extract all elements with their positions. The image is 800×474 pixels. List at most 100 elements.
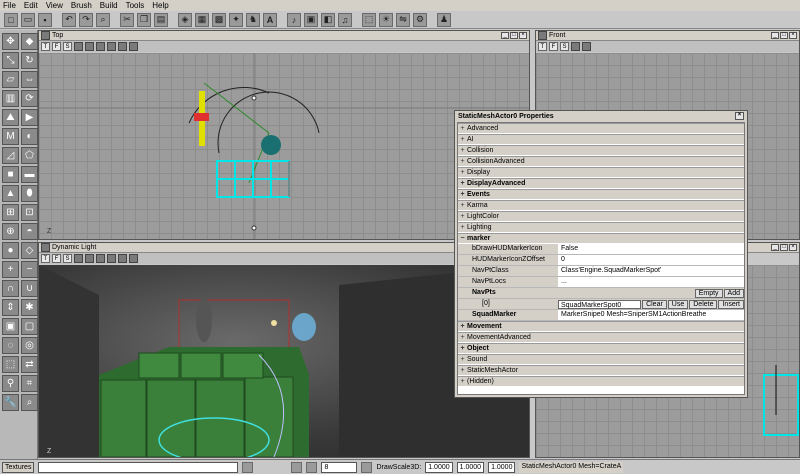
property-row[interactable]: HUDMarkerIconZOffset 0: [458, 255, 744, 266]
top-view-button[interactable]: T: [41, 254, 50, 263]
drawscale-z-field[interactable]: 1.0000: [488, 461, 516, 473]
menu-build[interactable]: Build: [100, 0, 118, 11]
close-button[interactable]: ×: [789, 32, 797, 39]
add-mover-icon[interactable]: ⇕: [2, 299, 19, 316]
volumetric-icon[interactable]: ◇: [21, 242, 38, 259]
add-static-mesh-icon[interactable]: ▣: [2, 318, 19, 335]
category-karma[interactable]: + Karma: [458, 200, 744, 211]
category-lighting[interactable]: + Lighting: [458, 222, 744, 233]
play-icon[interactable]: ♟: [437, 12, 451, 27]
texture-view-button[interactable]: [96, 254, 105, 263]
cut-icon[interactable]: ✂: [120, 12, 134, 27]
sheet-brush-icon[interactable]: ▬: [21, 166, 38, 183]
brush-clip-icon[interactable]: ◿: [2, 147, 19, 164]
squad-marker-row[interactable]: SquadMarker MarkerSnipe0 Mesh=SniperSM1Ac…: [458, 310, 744, 321]
maximize-button[interactable]: □: [510, 32, 518, 39]
realtime-button[interactable]: [118, 254, 127, 263]
category-light-color[interactable]: + LightColor: [458, 211, 744, 222]
subtract-brush-icon[interactable]: −: [21, 261, 38, 278]
log-icon[interactable]: [242, 461, 254, 473]
search-icon[interactable]: ⌕: [96, 12, 110, 27]
invert-select-icon[interactable]: ⇄: [21, 356, 38, 373]
realtime-button[interactable]: [118, 42, 127, 51]
shear-icon[interactable]: ▱: [2, 71, 19, 88]
property-row[interactable]: NavPtLocs...: [458, 277, 744, 288]
prefab-icon[interactable]: ◧: [321, 12, 335, 27]
sound-icon[interactable]: ♪: [287, 12, 301, 27]
minimize-button[interactable]: _: [771, 244, 779, 251]
front-view-button[interactable]: F: [52, 42, 61, 51]
texture-view-button[interactable]: [96, 42, 105, 51]
music-icon[interactable]: ♫: [338, 12, 352, 27]
category-object[interactable]: + Object: [458, 343, 744, 354]
category-marker[interactable]: − marker: [458, 233, 744, 244]
face-drag-icon[interactable]: ◐: [21, 128, 38, 145]
insert-button[interactable]: Insert: [718, 299, 744, 309]
navpts-row[interactable]: NavPts Empty Add: [458, 288, 744, 299]
sphere-brush-icon[interactable]: ●: [2, 242, 19, 259]
zone-view-button[interactable]: [85, 42, 94, 51]
category-ai[interactable]: + AI: [458, 134, 744, 145]
menu-help[interactable]: Help: [152, 0, 168, 11]
drawscale-icon[interactable]: [361, 461, 373, 473]
add-volume-icon[interactable]: ▢: [21, 318, 38, 335]
side-view-button[interactable]: S: [63, 42, 72, 51]
drawscale-x-field[interactable]: 1.0000: [425, 461, 453, 473]
category-movement[interactable]: + Movement: [458, 321, 744, 332]
movie-icon[interactable]: M: [2, 128, 19, 145]
close-button[interactable]: ×: [519, 32, 527, 39]
scale-icon[interactable]: ⤡: [2, 52, 19, 69]
side-view-button[interactable]: S: [560, 42, 569, 51]
cone-brush-icon[interactable]: ▲: [2, 185, 19, 202]
navpt-value-field[interactable]: SquadMarkerSpot0: [558, 299, 642, 309]
matinee-icon[interactable]: ▶: [21, 109, 38, 126]
show-all-icon[interactable]: ◎: [21, 337, 38, 354]
lock-button[interactable]: [129, 42, 138, 51]
menu-file[interactable]: File: [3, 0, 16, 11]
camera-move-icon[interactable]: ✥: [2, 33, 19, 50]
lock-icon[interactable]: [291, 461, 303, 473]
close-button[interactable]: ×: [789, 244, 797, 251]
stretch-icon[interactable]: ⇔: [21, 71, 38, 88]
open-icon[interactable]: ▭: [21, 12, 35, 27]
front-view-button[interactable]: F: [549, 42, 558, 51]
wireframe-button[interactable]: [571, 42, 580, 51]
rotate-icon[interactable]: ↻: [21, 52, 38, 69]
properties-window[interactable]: StaticMeshActor0 Properties × + Advanced …: [454, 110, 748, 398]
property-row[interactable]: bDrawHUDMarkerIcon False: [458, 244, 744, 255]
category-events[interactable]: + Events: [458, 189, 744, 200]
category-movement-advanced[interactable]: + MovementAdvanced: [458, 332, 744, 343]
polygon-icon[interactable]: ⬠: [21, 147, 38, 164]
add-brush-icon[interactable]: +: [2, 261, 19, 278]
delete-button[interactable]: Delete: [689, 299, 718, 309]
minimize-button[interactable]: _: [501, 32, 509, 39]
curved-stairs-icon[interactable]: ⊡: [21, 204, 38, 221]
lock-button[interactable]: [129, 254, 138, 263]
category-display[interactable]: + Display: [458, 167, 744, 178]
maximize-button[interactable]: □: [780, 244, 788, 251]
select-inside-icon[interactable]: ⬚: [2, 356, 19, 373]
add-special-icon[interactable]: ✱: [21, 299, 38, 316]
category-sound[interactable]: + Sound: [458, 354, 744, 365]
front-view-button[interactable]: F: [52, 254, 61, 263]
lighting-view-button[interactable]: [107, 42, 116, 51]
save-icon[interactable]: ▪: [38, 12, 52, 27]
lighting-view-button[interactable]: [107, 254, 116, 263]
empty-button[interactable]: Empty: [694, 288, 723, 298]
menu-tools[interactable]: Tools: [126, 0, 145, 11]
hide-selected-icon[interactable]: ◌: [2, 337, 19, 354]
add-button[interactable]: Add: [723, 288, 744, 298]
stairs-brush-icon[interactable]: ⊞: [2, 204, 19, 221]
cube-brush-icon[interactable]: ■: [2, 166, 19, 183]
deintersect-icon[interactable]: ∪: [21, 280, 38, 297]
paste-icon[interactable]: ▤: [154, 12, 168, 27]
new-icon[interactable]: □: [4, 12, 18, 27]
category-hidden[interactable]: + (Hidden): [458, 376, 744, 387]
camera-speed-icon[interactable]: ⚲: [2, 375, 19, 392]
build-paths-icon[interactable]: ⇋: [396, 12, 410, 27]
category-advanced[interactable]: + Advanced: [458, 123, 744, 134]
actor-browser-icon[interactable]: ◈: [178, 12, 192, 27]
side-view-button[interactable]: S: [63, 254, 72, 263]
category-collision-advanced[interactable]: + CollisionAdvanced: [458, 156, 744, 167]
vertex-edit-icon[interactable]: ◆: [21, 33, 38, 50]
